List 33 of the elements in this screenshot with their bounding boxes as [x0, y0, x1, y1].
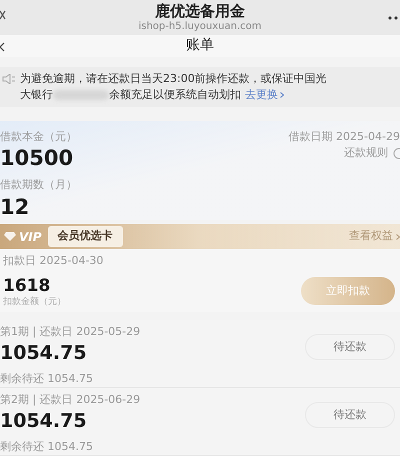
speaker-icon: [2, 74, 16, 84]
installment-amount: 1054.75: [0, 408, 87, 432]
back-icon[interactable]: [0, 42, 5, 52]
benefits-link[interactable]: 查看权益: [349, 228, 393, 245]
principal-label: 借款本金（元）: [0, 128, 77, 145]
deduct-amount-label: 扣款金额（元）: [3, 296, 66, 309]
installment-period: 第1期 | 还款日 2025-05-29: [0, 324, 140, 340]
chevron-right-icon[interactable]: [280, 92, 284, 98]
remaining-amount: 剩余待还 1054.75: [0, 438, 93, 454]
card-label: 会员优选卡: [48, 226, 123, 247]
principal-value: 10500: [0, 145, 74, 172]
deduct-amount: 1618: [3, 276, 50, 296]
vip-label: VIP: [0, 228, 48, 246]
rules-link[interactable]: 还款规则: [344, 145, 388, 162]
diamond-icon: [4, 232, 16, 242]
remaining-amount: 剩余待还 1054.75: [0, 370, 93, 386]
notice-text: 余额充足以便系统自动划扣: [109, 86, 241, 103]
status-button[interactable]: 待还款: [305, 402, 395, 428]
url-text: ishop-h5.luyouxuan.com: [138, 20, 262, 34]
page-title: 鹿优选备用金: [155, 2, 245, 21]
notice-text: 大银行: [20, 86, 53, 103]
installment-period: 第2期 | 还款日 2025-06-29: [0, 392, 140, 408]
change-link[interactable]: 去更换: [245, 86, 278, 103]
status-button[interactable]: 待还款: [305, 334, 395, 360]
term-label: 借款期数（月）: [0, 177, 77, 194]
loan-date: 借款日期 2025-04-29: [288, 128, 400, 145]
close-icon[interactable]: [0, 10, 6, 20]
nav-title: 账单: [186, 36, 214, 56]
notice-text: 为避免逾期，请在还款日当天23:00前操作还款，或保证中国光: [20, 70, 327, 87]
term-value: 12: [0, 194, 30, 220]
deduct-date: 扣款日 2025-04-30: [3, 253, 104, 270]
installment-amount: 1054.75: [0, 340, 87, 364]
more-icon[interactable]: [388, 16, 400, 20]
